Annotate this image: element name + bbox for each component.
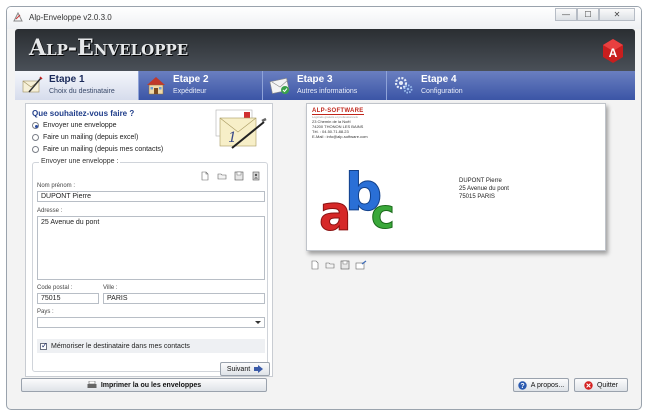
address-label: Adresse :	[37, 208, 63, 214]
radio-mailing-contacts[interactable]	[32, 146, 39, 153]
envelope-preview: ALP-SOFTWARE Logiciels gratuits et profe…	[306, 103, 606, 251]
step-4-subtitle: Configuration	[421, 88, 463, 95]
name-label: Nom prénom :	[37, 183, 76, 189]
recipient-line: DUPONT Pierre	[459, 178, 502, 184]
address-book-icon[interactable]	[251, 171, 261, 181]
option-mailing-excel[interactable]: Faire un mailing (depuis excel)	[32, 134, 138, 141]
country-label: Pays :	[37, 309, 54, 315]
sender-logo: ALP-SOFTWARE	[312, 108, 364, 115]
envelope-export-icon[interactable]	[355, 260, 367, 270]
house-icon	[147, 77, 165, 95]
fieldset-title: Envoyer une enveloppe :	[39, 158, 121, 165]
recipient-line: 75015 PARIS	[459, 194, 495, 200]
save-icon[interactable]	[234, 171, 244, 181]
step-1-subtitle: Choix du destinataire	[49, 88, 115, 95]
option-single-envelope[interactable]: Envoyer une enveloppe	[32, 122, 117, 129]
city-label: Ville :	[103, 285, 118, 291]
step-4-label: Etape 4	[421, 74, 457, 85]
open-folder-icon[interactable]	[325, 260, 335, 270]
question-heading: Que souhaitez-vous faire ?	[32, 109, 135, 118]
title-bar: Alp-Enveloppe v2.0.3.0 — ☐ ✕	[7, 7, 641, 29]
step-3-subtitle: Autres informations	[297, 88, 358, 95]
city-input[interactable]: PARIS	[103, 293, 265, 304]
memorize-contact-label: Mémoriser le destinataire dans mes conta…	[51, 342, 190, 350]
close-button[interactable]: ✕	[599, 8, 635, 21]
preview-toolbar	[310, 260, 367, 270]
svg-text:?: ?	[520, 383, 524, 390]
option-mailing-contacts[interactable]: Faire un mailing (depuis mes contacts)	[32, 146, 163, 153]
steps-bar: Etape 1 Choix du destinataire Etape 2 Ex…	[15, 71, 635, 100]
abc-letters-illustration: a b c	[319, 163, 396, 243]
minimize-button[interactable]: —	[555, 8, 577, 21]
close-circle-icon	[584, 380, 593, 390]
header-banner: Alp-Enveloppe A	[15, 29, 635, 71]
maximize-button[interactable]: ☐	[577, 8, 599, 21]
tab-step-4[interactable]: Etape 4 Configuration	[387, 71, 635, 100]
radio-mailing-excel[interactable]	[32, 134, 39, 141]
recipient-form-panel: Que souhaitez-vous faire ? Envoyer une e…	[25, 103, 273, 377]
tab-step-2[interactable]: Etape 2 Expéditeur	[139, 71, 263, 100]
envelope-check-icon	[269, 77, 290, 94]
gears-icon	[394, 76, 413, 94]
memorize-contact-row[interactable]: Mémoriser le destinataire dans mes conta…	[37, 339, 265, 353]
printer-icon	[87, 381, 97, 388]
option-single-envelope-label: Envoyer une enveloppe	[43, 122, 117, 129]
quit-button[interactable]: Quitter	[574, 378, 628, 392]
country-select[interactable]	[37, 317, 265, 328]
about-button-label: A propos...	[530, 381, 565, 389]
envelope-quill-illustration: 1	[215, 109, 267, 149]
about-button[interactable]: ? A propos...	[513, 378, 569, 392]
print-envelopes-button[interactable]: Imprimer la ou les enveloppes	[21, 378, 267, 392]
app-logo-text: Alp-Enveloppe	[29, 35, 189, 61]
step-1-label: Etape 1	[49, 74, 85, 85]
open-folder-icon[interactable]	[217, 171, 227, 181]
svg-text:1: 1	[228, 130, 237, 146]
quit-button-label: Quitter	[596, 381, 618, 389]
svg-text:c: c	[371, 192, 395, 238]
option-mailing-excel-label: Faire un mailing (depuis excel)	[43, 134, 139, 141]
tab-step-1[interactable]: Etape 1 Choix du destinataire	[15, 71, 139, 100]
svg-text:A: A	[609, 46, 618, 60]
recipient-line: 25 Avenue du pont	[459, 186, 509, 192]
sender-line: E-Mail : info@alp-software.com	[312, 134, 368, 139]
option-mailing-contacts-label: Faire un mailing (depuis mes contacts)	[43, 146, 164, 153]
step-3-label: Etape 3	[297, 74, 333, 85]
radio-single-envelope[interactable]	[32, 122, 39, 129]
next-button[interactable]: Suivant	[220, 362, 270, 376]
step-2-subtitle: Expéditeur	[173, 88, 207, 95]
window-controls: — ☐ ✕	[555, 8, 635, 22]
address-textarea[interactable]: 25 Avenue du pont	[37, 216, 265, 280]
envelope-fieldset: Envoyer une enveloppe : Nom prénom: DUP…	[32, 158, 268, 372]
app-icon	[13, 12, 23, 22]
help-icon: ?	[518, 380, 527, 390]
tab-step-3[interactable]: Etape 3 Autres informations	[263, 71, 387, 100]
window-title: Alp-Enveloppe v2.0.3.0	[29, 13, 112, 22]
print-envelopes-label: Imprimer la ou les enveloppes	[100, 381, 202, 389]
envelope-pen-icon	[22, 76, 43, 93]
new-file-icon[interactable]	[200, 171, 210, 181]
arrow-right-icon	[254, 365, 264, 373]
save-icon[interactable]	[340, 260, 350, 270]
postal-code-input[interactable]: 75015	[37, 293, 99, 304]
chevron-down-icon	[255, 321, 261, 324]
name-input[interactable]: DUPONT Pierre	[37, 191, 265, 202]
new-file-icon[interactable]	[310, 260, 320, 270]
alp-a-logo-icon: A	[603, 39, 623, 63]
app-window: Alp-Enveloppe v2.0.3.0 — ☐ ✕ Alp-Envelop…	[6, 6, 642, 410]
step-2-label: Etape 2	[173, 74, 209, 85]
form-toolbar	[200, 171, 261, 181]
next-button-label: Suivant	[226, 365, 251, 373]
postal-code-label: Code postal :	[37, 285, 73, 291]
memorize-contact-checkbox[interactable]	[40, 341, 48, 350]
